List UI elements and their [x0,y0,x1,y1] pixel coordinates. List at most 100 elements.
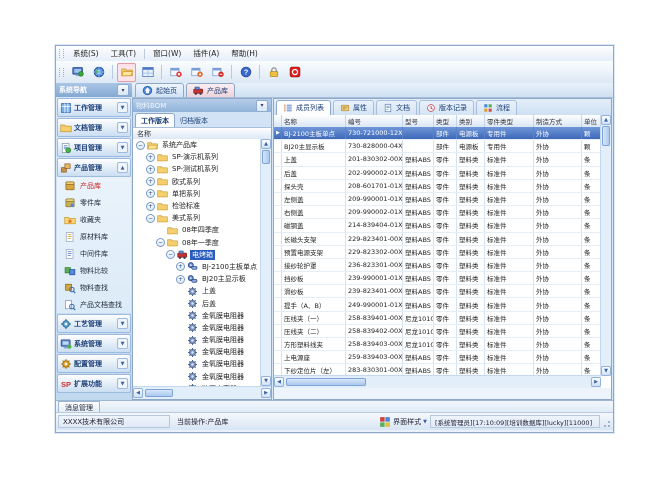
scroll-left-arrow[interactable]: ◀ [274,377,284,387]
table-row[interactable]: 滑纱板239-823401-00X塑料ABS零件塑料类标准件外协条 [274,285,601,298]
chevron-down-icon[interactable]: ▼ [117,142,128,153]
sidebar-group-工艺管理[interactable]: 工艺管理▼ [57,314,131,333]
table-row[interactable]: 长磁头支架229-823401-00X塑料ABS零件塑料类标准件外协条 [274,233,601,246]
scroll-thumb[interactable] [145,389,173,397]
table-row[interactable]: 压线夹（二）258-839402-00X尼龙1010零件塑料类标准件外协条 [274,325,601,338]
table-horizontal-scrollbar[interactable]: ◀ ▶ [274,375,601,388]
menu-item-3[interactable]: 插件(A) [187,47,225,60]
tree-node-上盖[interactable]: 上盖 [133,285,261,297]
tree-horizontal-scrollbar[interactable]: ◀ ▶ [133,386,271,399]
toolbar-button-help-icon[interactable]: ? [236,63,255,82]
tree-vertical-scrollbar[interactable]: ▲ ▼ [260,139,271,386]
tree-node-BJ20主显示板[interactable]: +BJ20主显示板 [133,273,261,285]
menu-item-2[interactable]: 窗口(W) [147,47,187,60]
tree-node-金氧膜电阻器[interactable]: 金氧膜电阻器 [133,371,261,383]
sidebar-group-系统管理[interactable]: 系统管理▼ [57,334,131,353]
column-header-零件类型[interactable]: 零件类型 [485,115,534,127]
tree-node-SP-测试机系列[interactable]: +SP-测试机系列 [133,163,261,175]
table-row[interactable]: 后盖202-990002-01X塑料ABS零件塑料类标准件外协条 [274,167,601,180]
column-header-单位[interactable]: 单位 [582,115,601,127]
tree-node-08年四季度[interactable]: 08年四季度 [133,224,261,236]
detail-tab-属性[interactable]: 属性 [333,100,374,115]
scroll-up-arrow[interactable]: ▲ [261,139,271,149]
tree-node-金氧膜电阻器[interactable]: 金氧膜电阻器 [133,322,261,334]
expand-icon[interactable]: + [146,153,155,162]
toolbar-button-globe-icon[interactable] [89,63,108,82]
scroll-down-arrow[interactable]: ▼ [601,366,611,376]
toolbar-button-window-delete-doc-icon[interactable] [208,63,227,82]
interface-style-dropdown[interactable]: 界面样式 ▼ [379,416,427,428]
sidebar-item-物料比较[interactable]: 物料比较 [57,262,131,279]
column-header-类别[interactable]: 类别 [457,115,485,127]
sidebar-group-扩展功能[interactable]: SP扩展功能▼ [57,374,131,393]
tree-node-金氧膜电阻器[interactable]: 金氧膜电阻器 [133,310,261,322]
table-row[interactable]: 上电源座259-839403-00X塑料ABS零件塑料类标准件外协条 [274,351,601,364]
table-row[interactable]: ▶BJ-2100主板单点730-721000-12X部件电源板专用件外协颗 [274,127,601,140]
scroll-thumb[interactable] [602,126,610,146]
pin-icon[interactable]: ▾ [117,84,129,96]
expand-icon[interactable]: + [176,262,185,271]
column-header-类型[interactable]: 类型 [434,115,457,127]
table-row[interactable]: 磁钢盖214-839404-01X塑料ABS零件塑料类标准件外协条 [274,219,601,232]
sidebar-group-工作管理[interactable]: 工作管理▼ [57,98,131,117]
table-row[interactable]: 提手（A、B）249-990001-01X塑料ABS零件塑料类标准件外协条 [274,298,601,311]
collapse-icon[interactable]: − [156,238,165,247]
sidebar-item-产品库[interactable]: 产品库 [57,177,131,194]
resize-grip[interactable] [602,415,611,428]
chevron-down-icon[interactable]: ▼ [117,122,128,133]
pin-icon[interactable]: ▾ [256,100,268,112]
toolbar-button-window-close-doc-icon[interactable] [166,63,185,82]
table-row[interactable]: 方形塑料线夹258-839403-00X尼龙1010零件塑料类标准件外协条 [274,338,601,351]
toolbar-button-monitor-icon[interactable] [68,63,87,82]
table-row[interactable]: 上盖201-830302-00X塑料ABS零件塑料类标准件外协条 [274,153,601,166]
sidebar-item-收藏夹[interactable]: 收藏夹 [57,211,131,228]
scroll-right-arrow[interactable]: ▶ [591,377,601,387]
chevron-down-icon[interactable]: ▼ [117,102,128,113]
sidebar-group-文档管理[interactable]: 文档管理▼ [57,118,131,137]
toolbar-button-window-refresh-doc-icon[interactable] [187,63,206,82]
tree-node-金氧膜电阻器[interactable]: 金氧膜电阻器 [133,334,261,346]
chevron-down-icon[interactable]: ▼ [117,378,128,389]
version-tab-归档版本[interactable]: 归档版本 [175,114,213,127]
tree-node-金氧膜电阻器[interactable]: 金氧膜电阻器 [133,346,261,358]
version-tab-工作版本[interactable]: 工作版本 [135,113,175,127]
sidebar-group-配置管理[interactable]: 配置管理▼ [57,354,131,373]
table-row[interactable]: 探头壳208-601701-01X塑料ABS零件塑料类标准件外协条 [274,180,601,193]
sidebar-item-产品文档查找[interactable]: 产品文档查找 [57,296,131,313]
detail-tab-文档[interactable]: 文档 [376,100,417,115]
collapse-icon[interactable]: − [136,141,145,150]
scroll-thumb[interactable] [262,150,270,164]
sidebar-item-物料查找[interactable]: 物料查找 [57,279,131,296]
menu-item-1[interactable]: 工具(T) [105,47,142,60]
expand-icon[interactable]: + [146,177,155,186]
sidebar-item-零件库[interactable]: 零件库 [57,194,131,211]
table-row[interactable]: 接纱轮护罩236-823301-00X塑料ABS零件塑料类标准件外协条 [274,259,601,272]
tree-node-单把系列[interactable]: +单把系列 [133,188,261,200]
scroll-down-arrow[interactable]: ▼ [261,376,271,386]
tree-node-美式系列[interactable]: −美式系列 [133,212,261,224]
expand-icon[interactable]: + [176,275,185,284]
expand-icon[interactable]: + [146,202,155,211]
detail-tab-成员列表[interactable]: 成员列表 [276,100,331,115]
document-tab-产品库[interactable]: 产品库 [186,83,235,97]
menu-item-4[interactable]: 帮助(H) [225,47,264,60]
scroll-left-arrow[interactable]: ◀ [133,388,143,398]
tree-node-欧式系列[interactable]: +欧式系列 [133,176,261,188]
table-row[interactable]: 右侧盖209-990002-01X塑料ABS零件塑料类标准件外协条 [274,206,601,219]
tree-node-SP-演示机系列[interactable]: +SP-演示机系列 [133,151,261,163]
table-row[interactable]: 预置电源支架229-823302-00X塑料ABS零件塑料类标准件外协条 [274,246,601,259]
tree-node-电烤箱[interactable]: −电烤箱 [133,249,261,261]
sidebar-group-项目管理[interactable]: 项目管理▼ [57,138,131,157]
column-header-编号[interactable]: 编号 [346,115,403,127]
tree-node-08年一季度[interactable]: −08年一季度 [133,237,261,249]
chevron-down-icon[interactable]: ▼ [117,318,128,329]
sidebar-item-原材料库[interactable]: 原材料库 [57,228,131,245]
scroll-thumb[interactable] [286,378,366,386]
expand-icon[interactable]: + [146,165,155,174]
tree-node-检验标准[interactable]: +检验标准 [133,200,261,212]
detail-tab-流程[interactable]: 流程 [476,100,517,115]
toolbar-button-lock-icon[interactable] [264,63,283,82]
column-header-名称[interactable]: 名称 [282,115,346,127]
tree-node-金氧膜电阻器[interactable]: 金氧膜电阻器 [133,358,261,370]
tree-node-BJ-2100主板单点[interactable]: +BJ-2100主板单点 [133,261,261,273]
